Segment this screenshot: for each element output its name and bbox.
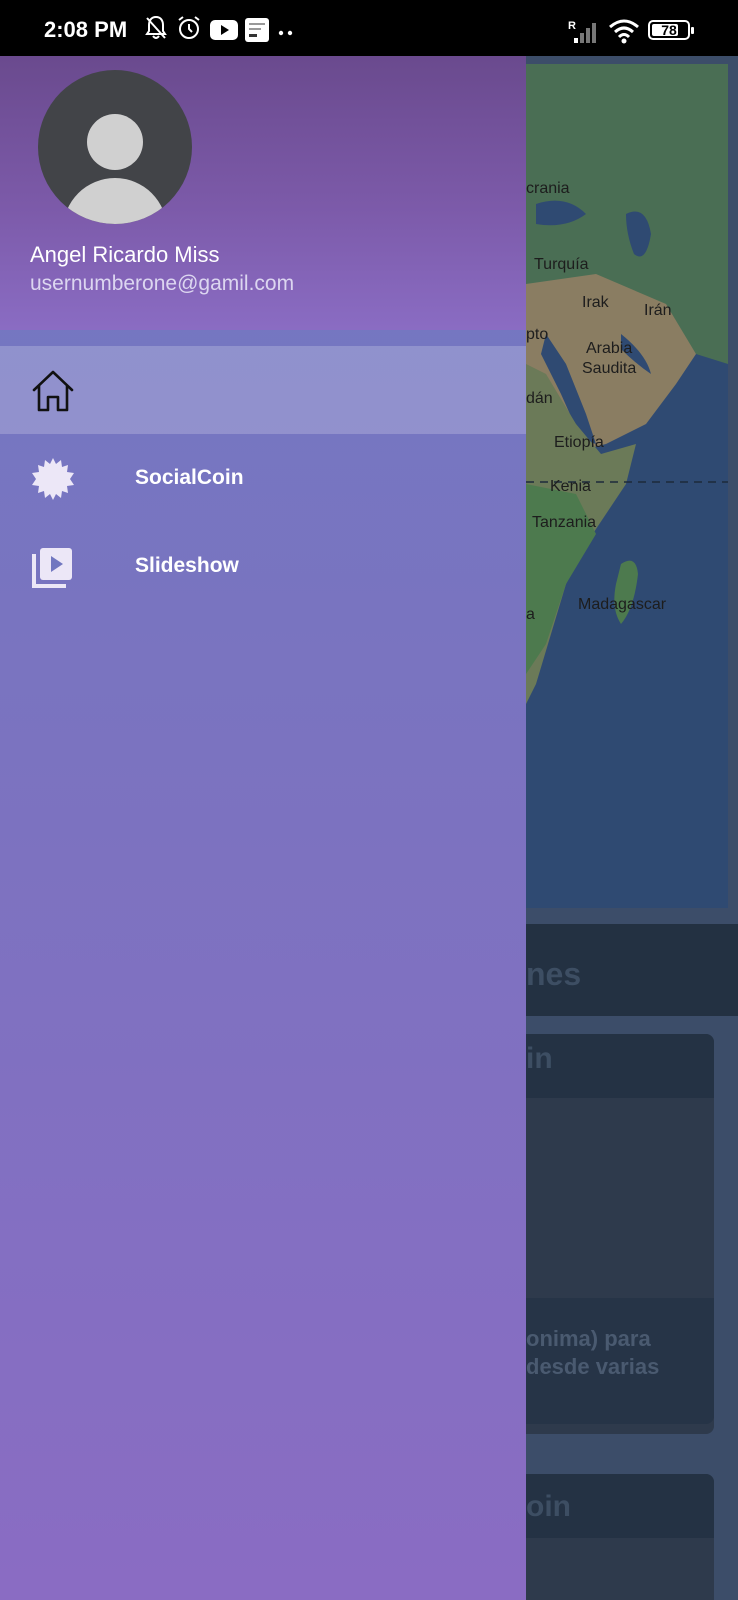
map-label: dán xyxy=(526,390,553,407)
map-label: Madagascar xyxy=(578,596,667,613)
section-title: nes xyxy=(526,956,582,992)
card-header: in xyxy=(526,1034,714,1098)
signal-icon: R xyxy=(568,20,596,43)
map-label: Turquía xyxy=(534,256,589,273)
youtube-icon xyxy=(210,20,238,40)
user-email: usernumberone@gamil.com xyxy=(30,272,295,295)
avatar-head xyxy=(87,114,143,170)
avatar[interactable] xyxy=(38,70,192,224)
map-label: a xyxy=(526,606,535,623)
wifi-icon xyxy=(609,19,639,44)
socialcoin-icon xyxy=(32,458,74,500)
status-time: 2:08 PM xyxy=(44,17,128,42)
map-label: Irán xyxy=(644,302,672,319)
nav-label: Slideshow xyxy=(135,554,239,577)
card-header: oin xyxy=(526,1474,714,1538)
avatar-body xyxy=(63,178,167,224)
map-label: pto xyxy=(526,326,549,343)
map-label: Saudita xyxy=(582,360,637,377)
card-title: in xyxy=(526,1042,553,1075)
card-text: desde varias xyxy=(526,1354,660,1379)
map-view[interactable]: crania Turquía Irak Irán pto Arabia Saud… xyxy=(526,64,728,908)
alarm-icon xyxy=(178,16,200,39)
svg-text:R: R xyxy=(568,20,576,32)
map-label: Arabia xyxy=(586,340,633,357)
card-text: onima) para xyxy=(526,1326,651,1351)
bell-off-icon xyxy=(145,15,167,39)
background-app: crania Turquía Irak Irán pto Arabia Saud… xyxy=(526,56,738,1600)
more-dots-icon xyxy=(278,30,293,36)
user-name: Angel Ricardo Miss xyxy=(30,242,220,267)
map-label: Etiopía xyxy=(554,434,604,451)
notification-icon xyxy=(245,18,269,42)
home-icon xyxy=(32,370,74,412)
nav-item-slideshow[interactable]: Slideshow xyxy=(0,522,526,610)
map-label: Irak xyxy=(582,294,609,311)
map-label: Kenia xyxy=(550,478,591,495)
slideshow-icon xyxy=(32,548,72,588)
drawer-header: Angel Ricardo Miss usernumberone@gamil.c… xyxy=(0,56,526,330)
card-title: oin xyxy=(526,1490,571,1523)
nav-item-home[interactable] xyxy=(0,346,526,434)
nav-label: SocialCoin xyxy=(135,466,244,489)
navigation-drawer: Angel Ricardo Miss usernumberone@gamil.c… xyxy=(0,56,526,1600)
nav-item-socialcoin[interactable]: SocialCoin xyxy=(0,434,526,522)
coin-card[interactable]: oin xyxy=(526,1474,714,1600)
map-label: Tanzania xyxy=(532,514,597,531)
battery-level: 78 xyxy=(661,22,677,38)
status-bar: 2:08 PM R 78 xyxy=(0,0,738,56)
map-label: crania xyxy=(526,180,570,197)
battery-icon: 78 xyxy=(648,20,694,40)
